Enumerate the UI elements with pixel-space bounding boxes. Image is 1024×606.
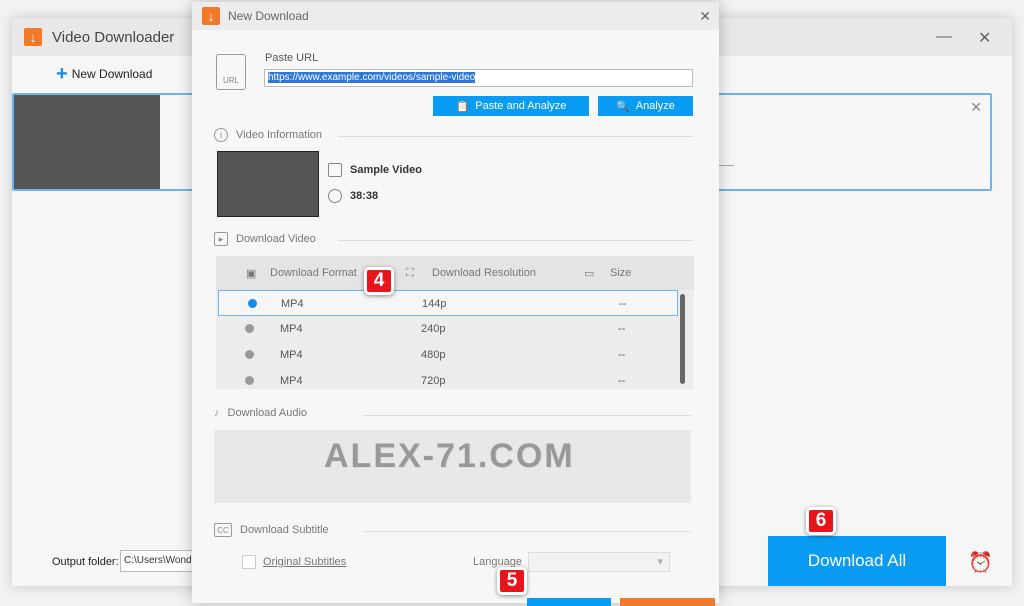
download-audio-label: Download Audio bbox=[227, 407, 308, 419]
format-cell: MP4 bbox=[280, 323, 303, 335]
download-video-label: Download Video bbox=[236, 233, 316, 245]
video-title-row: Sample Video bbox=[328, 163, 422, 177]
close-button[interactable]: ✕ bbox=[978, 28, 991, 48]
resolution-cell: 720p bbox=[421, 375, 446, 387]
video-thumbnail bbox=[217, 151, 319, 217]
cc-icon: CC bbox=[214, 523, 232, 537]
size-cell: -- bbox=[618, 323, 626, 335]
language-select[interactable] bbox=[528, 552, 670, 572]
download-subtitle-header: CC Download Subtitle bbox=[214, 523, 329, 537]
format-row[interactable]: MP4 240p -- bbox=[216, 316, 694, 342]
original-subtitles-checkbox[interactable] bbox=[242, 555, 256, 569]
minimize-button[interactable]: — bbox=[936, 28, 952, 46]
format-header: Download Format bbox=[270, 267, 357, 279]
resolution-cell: 144p bbox=[422, 298, 447, 310]
cancel-button[interactable] bbox=[620, 598, 715, 606]
dialog-title: New Download bbox=[228, 9, 309, 23]
format-cell: MP4 bbox=[280, 349, 303, 361]
section-divider bbox=[338, 136, 693, 137]
document-icon bbox=[328, 163, 342, 177]
video-information-label: Video Information bbox=[236, 129, 323, 141]
step-badge-4: 4 bbox=[364, 267, 394, 295]
step-badge-6: 6 bbox=[806, 507, 836, 535]
resolution-header-icon: ⛶ bbox=[406, 267, 414, 279]
info-icon: i bbox=[214, 128, 228, 142]
format-cell: MP4 bbox=[280, 375, 303, 387]
size-cell: -- bbox=[618, 375, 626, 387]
radio-icon bbox=[245, 350, 254, 359]
alarm-clock-icon[interactable]: ⏰ bbox=[968, 550, 993, 575]
film-icon: ▸ bbox=[214, 232, 228, 246]
radio-icon bbox=[245, 324, 254, 333]
format-row[interactable]: MP4 480p -- bbox=[216, 342, 694, 368]
format-header-icon: ▣ bbox=[246, 268, 257, 280]
original-subtitles-label[interactable]: Original Subtitles bbox=[263, 556, 346, 568]
analyze-label: Analyze bbox=[635, 100, 675, 112]
section-divider bbox=[364, 531, 691, 532]
format-cell: MP4 bbox=[281, 298, 304, 310]
main-window-title: Video Downloader bbox=[52, 28, 175, 46]
size-cell: -- bbox=[618, 349, 626, 361]
format-row[interactable]: MP4 720p -- bbox=[216, 368, 694, 394]
app-logo-icon: ↓ bbox=[24, 28, 42, 46]
clock-icon bbox=[328, 189, 342, 203]
download-video-header: ▸ Download Video bbox=[214, 232, 316, 246]
task-close-icon[interactable]: ✕ bbox=[970, 99, 982, 116]
url-input[interactable]: https://www.example.com/videos/sample-vi… bbox=[264, 69, 693, 87]
clipboard-url-icon: URL bbox=[216, 54, 246, 90]
resolution-header: Download Resolution bbox=[432, 267, 536, 279]
search-icon: 🔍 bbox=[616, 100, 630, 113]
radio-icon bbox=[245, 376, 254, 385]
resolution-cell: 240p bbox=[421, 323, 446, 335]
step-badge-5: 5 bbox=[497, 567, 527, 595]
download-all-button[interactable]: Download All bbox=[768, 536, 946, 586]
radio-selected-icon bbox=[248, 299, 257, 308]
resolution-cell: 480p bbox=[421, 349, 446, 361]
dialog-title-bar: ↓ New Download bbox=[192, 2, 719, 30]
section-divider bbox=[364, 415, 691, 416]
video-title: Sample Video bbox=[350, 164, 422, 176]
video-duration-row: 38:38 bbox=[328, 189, 378, 203]
size-cell: -- bbox=[619, 298, 627, 310]
clipboard-search-icon: 📋 bbox=[455, 100, 470, 113]
ok-button[interactable] bbox=[527, 598, 611, 606]
paste-and-analyze-label: Paste and Analyze bbox=[475, 100, 567, 112]
format-row[interactable]: MP4 144p -- bbox=[218, 290, 678, 316]
format-table-header: ▣ Download Format ⛶ Download Resolution … bbox=[216, 256, 694, 290]
plus-icon: + bbox=[56, 63, 68, 85]
music-note-icon: ♪ bbox=[214, 407, 220, 419]
output-folder-label: Output folder: bbox=[52, 556, 119, 568]
dialog-close-button[interactable]: ✕ bbox=[699, 8, 711, 25]
format-table-scrollbar[interactable] bbox=[680, 294, 685, 384]
new-download-dialog: ↓ New Download ✕ URL Paste URL https://w… bbox=[192, 2, 719, 606]
section-divider bbox=[338, 240, 693, 241]
download-audio-header: ♪ Download Audio bbox=[214, 407, 307, 419]
new-download-label: New Download bbox=[71, 67, 153, 81]
format-table: ▣ Download Format ⛶ Download Resolution … bbox=[216, 256, 694, 389]
paste-url-label: Paste URL bbox=[265, 52, 319, 64]
size-header-icon: ▭ bbox=[584, 268, 595, 280]
size-header: Size bbox=[610, 267, 632, 279]
watermark-text: ALEX-71.COM bbox=[324, 437, 575, 475]
url-input-value: https://www.example.com/videos/sample-vi… bbox=[268, 72, 476, 83]
video-information-header: i Video Information bbox=[214, 128, 322, 142]
download-subtitle-label: Download Subtitle bbox=[240, 524, 329, 536]
video-duration: 38:38 bbox=[350, 190, 379, 202]
new-download-button[interactable]: + New Download bbox=[56, 64, 152, 84]
analyze-button[interactable]: 🔍 Analyze bbox=[598, 96, 693, 116]
paste-and-analyze-button[interactable]: 📋 Paste and Analyze bbox=[433, 96, 589, 116]
task-thumbnail bbox=[14, 95, 160, 189]
dialog-logo-icon: ↓ bbox=[202, 7, 220, 25]
